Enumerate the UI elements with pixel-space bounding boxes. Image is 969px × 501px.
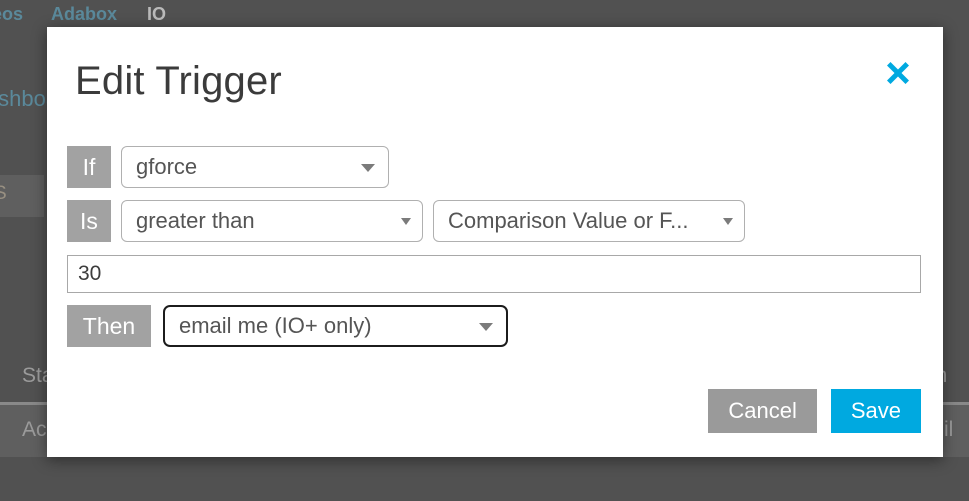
comparison-operator-value: greater than — [136, 208, 255, 233]
edit-trigger-dialog: Edit Trigger If gforce Is greater than C… — [47, 27, 943, 457]
save-button[interactable]: Save — [830, 389, 921, 433]
comparison-target-value: Comparison Value or F... — [448, 208, 689, 233]
comparison-value-input[interactable] — [67, 255, 921, 293]
chevron-down-icon — [401, 218, 411, 225]
dialog-title: Edit Trigger — [75, 59, 282, 103]
action-then-row: Then email me (IO+ only) — [67, 305, 508, 347]
background-side-chip-label: S — [0, 183, 7, 204]
comparison-operator-select[interactable]: greater than — [121, 200, 423, 242]
close-icon[interactable] — [879, 54, 917, 92]
condition-is-row: Is greater than Comparison Value or F... — [67, 200, 745, 242]
condition-if-row: If gforce — [67, 146, 389, 188]
chevron-down-icon — [723, 218, 733, 225]
screen-root: eos Adabox IO Dashboard S Sta on Ac il E… — [0, 0, 969, 501]
trigger-source-value: gforce — [136, 154, 198, 179]
nav-tab-io[interactable]: IO — [131, 0, 183, 28]
label-if: If — [67, 146, 111, 188]
action-select[interactable]: email me (IO+ only) — [163, 305, 508, 347]
label-is: Is — [67, 200, 111, 242]
cancel-button[interactable]: Cancel — [708, 389, 817, 433]
trigger-source-select[interactable]: gforce — [121, 146, 389, 188]
background-table-cell-right: il — [944, 418, 954, 441]
label-then: Then — [67, 305, 151, 347]
nav-tab-videos[interactable]: eos — [0, 0, 37, 28]
action-value: email me (IO+ only) — [179, 313, 372, 338]
chevron-down-icon — [361, 164, 375, 172]
background-table-cell-left: Ac — [22, 418, 47, 441]
background-top-nav: eos Adabox IO — [0, 0, 969, 28]
comparison-target-select[interactable]: Comparison Value or F... — [433, 200, 745, 242]
nav-tab-adabox[interactable]: Adabox — [37, 0, 131, 28]
dialog-footer: Cancel Save — [708, 389, 921, 433]
chevron-down-icon — [479, 323, 493, 331]
